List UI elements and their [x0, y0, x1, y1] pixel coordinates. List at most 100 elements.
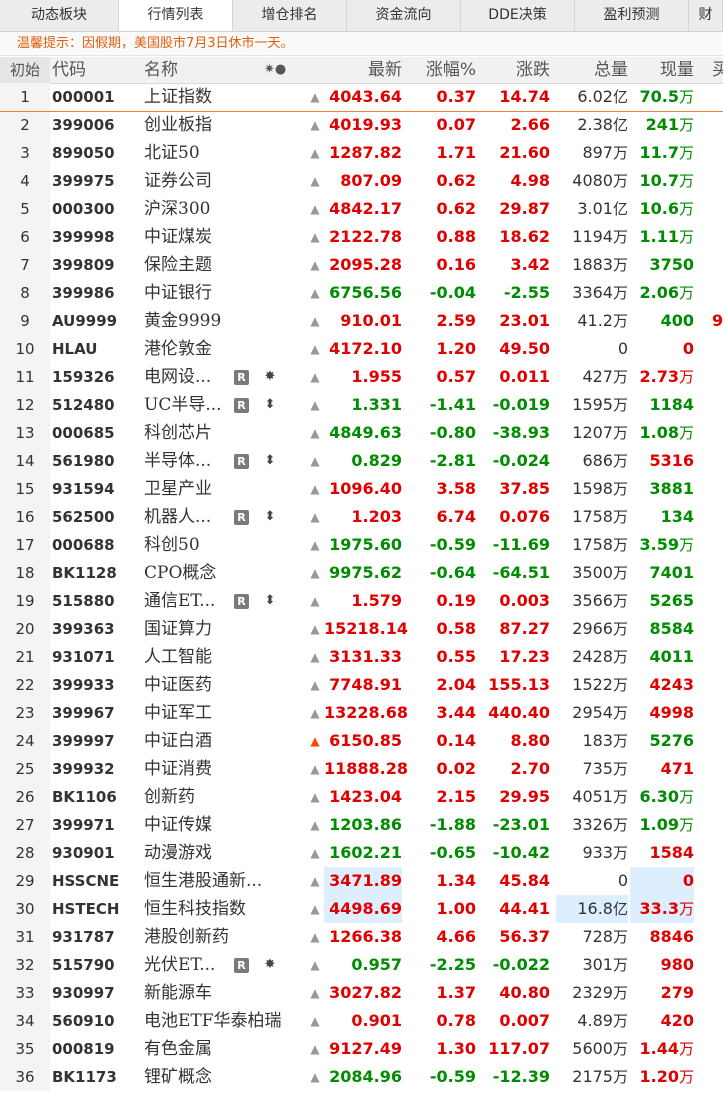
table-row[interactable]: 8 399986 中证银行 ▲ 6756.56 -0.04 -2.55 3364万 2.06万: [0, 279, 723, 307]
table-row[interactable]: 27 399971 中证传媒 ▲ 1203.86 -1.88 -23.01 3326万 1.09…: [0, 811, 723, 839]
bell-icon[interactable]: ▲: [308, 727, 322, 755]
col-chg-header[interactable]: 涨跌: [480, 57, 550, 83]
bell-icon[interactable]: ▲: [308, 503, 322, 531]
row-volume: 728万: [582, 927, 628, 946]
table-row[interactable]: 10 HLAU 港伦敦金 ▲ 4172.10 1.20 49.50 0 0: [0, 335, 723, 363]
bell-icon[interactable]: ▲: [308, 391, 322, 419]
bell-icon[interactable]: ▲: [308, 951, 322, 979]
table-row[interactable]: 1 000001 上证指数 ▲ 4043.64 0.37 14.74 6.02亿 70.5万: [0, 83, 723, 111]
bell-icon[interactable]: ▲: [308, 867, 322, 895]
row-current-volume: 3881: [649, 479, 694, 498]
table-row[interactable]: 29 HSSCNE 恒生港股通新... ▲ 3471.89 1.34 45.84 0 0: [0, 867, 723, 895]
bell-icon[interactable]: ▲: [308, 979, 322, 1007]
bell-icon[interactable]: ▲: [308, 139, 322, 167]
table-row[interactable]: 7 399809 保险主题 ▲ 2095.28 0.16 3.42 1883万 3750: [0, 251, 723, 279]
table-row[interactable]: 3 899050 北证50 ▲ 1287.82 1.71 21.60 897万 11.7万: [0, 139, 723, 167]
bell-icon[interactable]: ▲: [308, 895, 322, 923]
col-index-header[interactable]: 初始: [0, 57, 50, 83]
bell-icon[interactable]: ▲: [308, 839, 322, 867]
bell-icon[interactable]: ▲: [308, 475, 322, 503]
table-row[interactable]: 26 BK1106 创新药 ▲ 1423.04 2.15 29.95 4051万 6.30万: [0, 783, 723, 811]
bell-icon[interactable]: ▲: [308, 587, 322, 615]
bell-icon[interactable]: ▲: [308, 559, 322, 587]
tab-4[interactable]: DDE决策: [461, 0, 575, 31]
tab-5[interactable]: 盈利预测: [575, 0, 689, 31]
table-row[interactable]: 28 930901 动漫游戏 ▲ 1602.21 -0.65 -10.42 933万 1584: [0, 839, 723, 867]
table-row[interactable]: 20 399363 国证算力 ▲ 15218.14 0.58 87.27 2966万 8584: [0, 615, 723, 643]
col-extra-header[interactable]: 买: [712, 57, 723, 83]
bell-icon[interactable]: ▲: [308, 419, 322, 447]
table-row[interactable]: 24 399997 中证白酒 ▲ 6150.85 0.14 8.80 183万 5276: [0, 727, 723, 755]
table-row[interactable]: 19 515880 通信ET... R ⬍ ▲ 1.579 0.19 0.003 3566万 526…: [0, 587, 723, 615]
table-row[interactable]: 30 HSTECH 恒生科技指数 ▲ 4498.69 1.00 44.41 16.8亿 33.3…: [0, 895, 723, 923]
table-row[interactable]: 23 399967 中证军工 ▲ 13228.68 3.44 440.40 2954万 4998: [0, 699, 723, 727]
table-row[interactable]: 16 562500 机器人... R ⬍ ▲ 1.203 6.74 0.076 1758万 134: [0, 503, 723, 531]
bell-icon[interactable]: ▲: [308, 923, 322, 951]
table-row[interactable]: 31 931787 港股创新药 ▲ 1266.38 4.66 56.37 728万 8846: [0, 923, 723, 951]
table-row[interactable]: 36 BK1173 锂矿概念 ▲ 2084.96 -0.59 -12.39 2175万 1.20…: [0, 1063, 723, 1091]
table-row[interactable]: 2 399006 创业板指 ▲ 4019.93 0.07 2.66 2.38亿 241万: [0, 111, 723, 139]
bell-icon[interactable]: ▲: [308, 335, 322, 363]
table-row[interactable]: 9 AU9999 黄金9999 ▲ 910.01 2.59 23.01 41.2万 400 9: [0, 307, 723, 335]
table-row[interactable]: 11 159326 电网设... R ✸ ▲ 1.955 0.57 0.011 427万 2.73万: [0, 363, 723, 391]
bell-icon[interactable]: ▲: [308, 615, 322, 643]
bell-icon[interactable]: ▲: [308, 307, 322, 335]
table-row[interactable]: 18 BK1128 CPO概念 ▲ 9975.62 -0.64 -64.51 3500万 740…: [0, 559, 723, 587]
bell-icon[interactable]: ▲: [308, 111, 322, 139]
col-pct-header[interactable]: 涨幅%: [404, 57, 476, 83]
row-code: HLAU: [52, 340, 98, 358]
table-row[interactable]: 15 931594 卫星产业 ▲ 1096.40 3.58 37.85 1598万 3881: [0, 475, 723, 503]
table-row[interactable]: 12 512480 UC半导... R ⬍ ▲ 1.331 -1.41 -0.019 1595万 1…: [0, 391, 723, 419]
row-code: AU9999: [52, 312, 118, 330]
table-row[interactable]: 5 000300 沪深300 ▲ 4842.17 0.62 29.87 3.01亿 10.6万: [0, 195, 723, 223]
bell-icon[interactable]: ▲: [308, 167, 322, 195]
row-current-volume: 3.59万: [639, 535, 695, 554]
row-code: 899050: [52, 144, 115, 162]
bell-icon[interactable]: ▲: [308, 671, 322, 699]
col-name-header[interactable]: 名称: [144, 57, 178, 83]
bell-icon[interactable]: ▲: [308, 699, 322, 727]
tab-0[interactable]: 动态板块: [0, 0, 119, 31]
table-row[interactable]: 32 515790 光伏ET... R ✸ ▲ 0.957 -2.25 -0.022 301万 98…: [0, 951, 723, 979]
table-row[interactable]: 33 930997 新能源车 ▲ 3027.82 1.37 40.80 2329万 279: [0, 979, 723, 1007]
bell-icon[interactable]: ▲: [308, 643, 322, 671]
table-row[interactable]: 21 931071 人工智能 ▲ 3131.33 0.55 17.23 2428万 4011: [0, 643, 723, 671]
row-name: 黄金9999: [144, 311, 222, 331]
table-row[interactable]: 22 399933 中证医药 ▲ 7748.91 2.04 155.13 1522万 4243: [0, 671, 723, 699]
col-flag-header[interactable]: ✷●: [264, 57, 286, 83]
tab-2[interactable]: 增仓排名: [233, 0, 347, 31]
row-change: -64.51: [492, 563, 550, 582]
bell-icon[interactable]: ▲: [308, 83, 322, 111]
bell-icon[interactable]: ▲: [308, 1007, 322, 1035]
bell-icon[interactable]: ▲: [308, 223, 322, 251]
tab-3[interactable]: 资金流向: [347, 0, 461, 31]
row-change-pct: 0.19: [436, 591, 476, 610]
bell-icon[interactable]: ▲: [308, 783, 322, 811]
bell-icon[interactable]: ▲: [308, 1035, 322, 1063]
tab-6[interactable]: 财: [689, 0, 723, 31]
tab-1[interactable]: 行情列表: [119, 0, 233, 31]
bell-icon[interactable]: ▲: [308, 363, 322, 391]
bell-icon[interactable]: ▲: [308, 251, 322, 279]
table-row[interactable]: 14 561980 半导体... R ⬍ ▲ 0.829 -2.81 -0.024 686万 531…: [0, 447, 723, 475]
table-row[interactable]: 6 399998 中证煤炭 ▲ 2122.78 0.88 18.62 1194万 1.11万: [0, 223, 723, 251]
bell-icon[interactable]: ▲: [308, 811, 322, 839]
table-row[interactable]: 34 560910 电池ETF华泰柏瑞 ▲ 0.901 0.78 0.007 4.89万 420: [0, 1007, 723, 1035]
table-row[interactable]: 25 399932 中证消费 ▲ 11888.28 0.02 2.70 735万 471: [0, 755, 723, 783]
bell-icon[interactable]: ▲: [308, 279, 322, 307]
bell-icon[interactable]: ▲: [308, 755, 322, 783]
col-vol-header[interactable]: 总量: [556, 57, 628, 83]
table-row[interactable]: 17 000688 科创50 ▲ 1975.60 -0.59 -11.69 1758万 3.59…: [0, 531, 723, 559]
row-change-pct: 0.57: [436, 367, 476, 386]
table-row[interactable]: 4 399975 证券公司 ▲ 807.09 0.62 4.98 4080万 10.7万: [0, 167, 723, 195]
bell-icon[interactable]: ▲: [308, 1063, 322, 1091]
table-row[interactable]: 35 000819 有色金属 ▲ 9127.49 1.30 117.07 5600万 1.44万: [0, 1035, 723, 1063]
col-code-header[interactable]: 代码: [52, 57, 86, 83]
table-row[interactable]: 13 000685 科创芯片 ▲ 4849.63 -0.80 -38.93 1207万 1.08…: [0, 419, 723, 447]
bell-icon[interactable]: ▲: [308, 447, 322, 475]
col-last-header[interactable]: 最新: [324, 57, 402, 83]
bell-icon[interactable]: ▲: [308, 531, 322, 559]
col-cur-header[interactable]: 现量: [630, 57, 694, 83]
row-code: HSSCNE: [52, 872, 120, 890]
bell-icon[interactable]: ▲: [308, 195, 322, 223]
